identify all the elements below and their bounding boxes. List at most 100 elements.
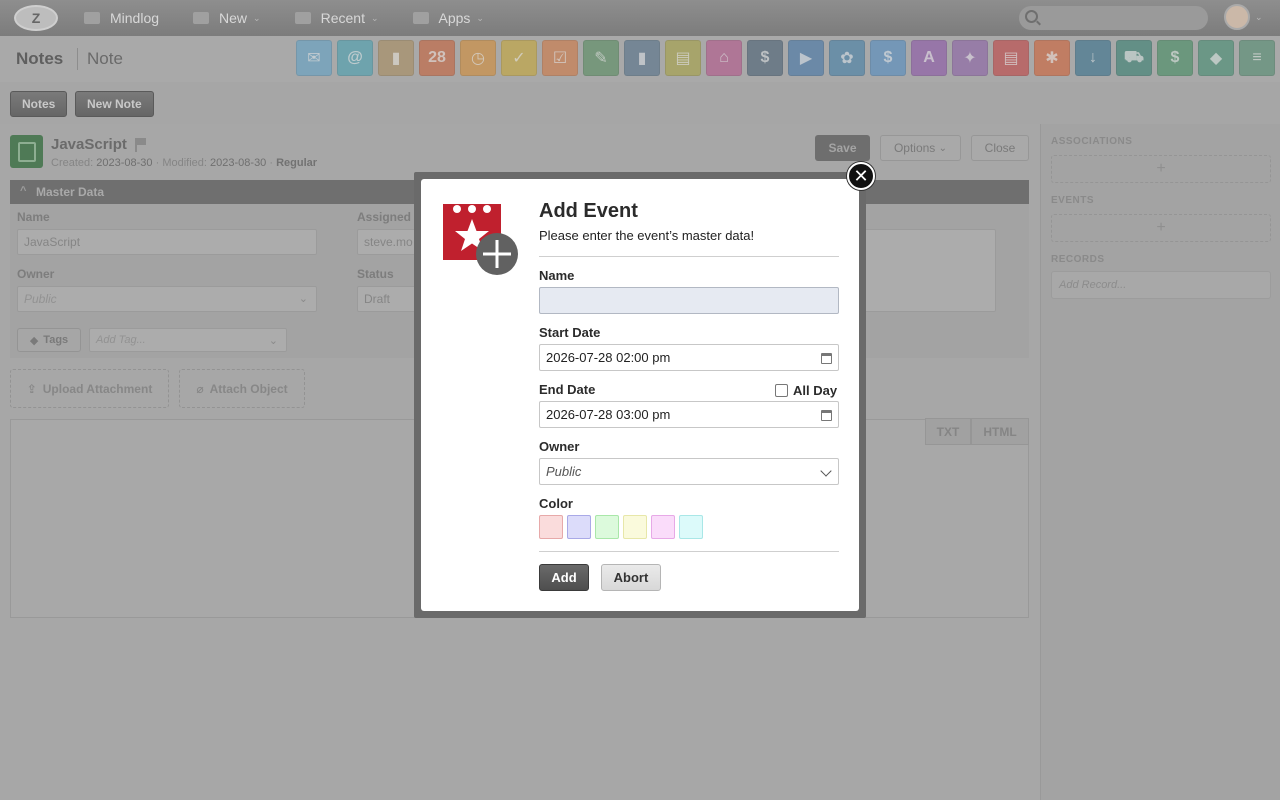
owner-select[interactable]: Public ⌄	[17, 286, 317, 312]
signature-icon[interactable]: A	[911, 40, 947, 76]
mail-icon[interactable]: ✉	[296, 40, 332, 76]
invoice-icon[interactable]: ▤	[993, 40, 1029, 76]
add-event-button[interactable]: +	[1051, 214, 1271, 242]
event-name-input[interactable]	[539, 287, 839, 314]
app-launcher-bar: ✉ @ ▮ 28 ◷ ✓ ☑ ✎ ▮ ▤ ⌂ $ ▶ ✿ $ A ✦ ▤ ✱ ↓ ⛟ $ ◆ ≡	[296, 40, 1275, 76]
type-separator: ·	[269, 157, 274, 169]
download-icon[interactable]: ↓	[1075, 40, 1111, 76]
calendar-icon[interactable]: 28	[419, 40, 455, 76]
bookmark-icon[interactable]: ▮	[624, 40, 660, 76]
desk-icon[interactable]: ⌂	[706, 40, 742, 76]
nav-recent[interactable]: Recent ⌄	[294, 0, 379, 36]
assigned-to-field[interactable]: steve.mo	[357, 229, 417, 255]
tasks-icon[interactable]: ✓	[501, 40, 537, 76]
name-field[interactable]: JavaScript	[17, 229, 317, 255]
handshake-icon[interactable]: ✦	[952, 40, 988, 76]
abort-button[interactable]: Abort	[601, 564, 661, 591]
close-button[interactable]: Close	[971, 135, 1029, 161]
finance-icon[interactable]: $	[747, 40, 783, 76]
chevron-down-icon: ⌄	[370, 12, 379, 23]
calendar-icon[interactable]	[821, 353, 832, 364]
notes-button[interactable]: Notes	[10, 91, 68, 117]
checkbox-icon[interactable]	[775, 384, 788, 397]
support-icon[interactable]: ✿	[829, 40, 865, 76]
close-icon[interactable]: ✕	[847, 162, 875, 190]
start-date-value: 2026-07-28 02:00 pm	[546, 350, 671, 365]
note-metadata: Created: 2023-08-30 · Modified: 2023-08-…	[51, 157, 317, 169]
search-icon	[1025, 10, 1038, 23]
assigned-to-label: Assigned t	[357, 210, 419, 224]
contacts-icon[interactable]: ▮	[378, 40, 414, 76]
created-date: 2023-08-30	[96, 157, 153, 169]
dialog-subtitle: Please enter the event’s master data!	[539, 228, 755, 243]
note-icon	[10, 135, 43, 168]
document-icon[interactable]: ▤	[665, 40, 701, 76]
cash-icon[interactable]: $	[1157, 40, 1193, 76]
owner-value: Public	[546, 464, 582, 479]
calendar-icon[interactable]	[821, 410, 832, 421]
name-label: Name	[17, 210, 50, 224]
add-tag-placeholder: Add Tag...	[96, 334, 146, 346]
upload-icon: ⇪	[26, 381, 37, 396]
owner-select[interactable]: Public	[539, 458, 839, 485]
database-icon[interactable]: ≡	[1239, 40, 1275, 76]
status-select[interactable]: Draft	[357, 286, 417, 312]
nav-mindlog[interactable]: Mindlog	[84, 0, 159, 36]
color-swatch[interactable]	[623, 515, 647, 539]
note-title: JavaScript	[51, 136, 127, 153]
moneybag-icon[interactable]: $	[870, 40, 906, 76]
address-book-icon[interactable]: @	[337, 40, 373, 76]
txt-format-button[interactable]: TXT	[925, 418, 971, 445]
description-field[interactable]	[858, 229, 996, 312]
upload-attachment-button[interactable]: ⇪ Upload Attachment	[10, 369, 169, 408]
divider	[539, 256, 839, 257]
breadcrumb-notes[interactable]: Notes	[16, 49, 63, 69]
tag-icon: ◆	[29, 334, 39, 347]
color-swatch[interactable]	[679, 515, 703, 539]
paperclip-icon: ⌀	[196, 381, 204, 396]
owner-label: Owner	[539, 439, 580, 454]
color-swatch[interactable]	[567, 515, 591, 539]
timer-icon[interactable]: ◷	[460, 40, 496, 76]
all-day-checkbox[interactable]: All Day	[775, 383, 837, 398]
broadcast-icon[interactable]: ✱	[1034, 40, 1070, 76]
tags-button[interactable]: ◆ Tags	[17, 328, 81, 352]
shopping-cart-icon[interactable]: ⛟	[1116, 40, 1152, 76]
color-swatch[interactable]	[651, 515, 675, 539]
new-icon	[193, 12, 210, 24]
app-logo[interactable]: Z	[14, 5, 58, 31]
chevron-down-icon: ⌄	[938, 142, 948, 154]
tag-icon[interactable]: ◆	[1198, 40, 1234, 76]
end-date-input[interactable]: 2026-07-28 03:00 pm	[539, 401, 839, 428]
color-swatch[interactable]	[539, 515, 563, 539]
add-association-button[interactable]: +	[1051, 155, 1271, 183]
delivery-icon[interactable]: ▶	[788, 40, 824, 76]
breadcrumb-note: Note	[87, 49, 123, 68]
nav-apps[interactable]: Apps ⌄	[412, 0, 484, 36]
toolbar: Notes New Note	[0, 82, 1280, 124]
options-label: Options	[893, 141, 936, 155]
add-event-icon	[443, 204, 518, 275]
start-date-input[interactable]: 2026-07-28 02:00 pm	[539, 344, 839, 371]
html-format-button[interactable]: HTML	[971, 418, 1029, 445]
new-note-button[interactable]: New Note	[75, 91, 154, 117]
events-title: EVENTS	[1051, 195, 1095, 206]
records-title: RECORDS	[1051, 254, 1105, 265]
nav-new[interactable]: New ⌄	[193, 0, 261, 36]
modified-date: 2023-08-30	[210, 157, 267, 169]
notes-icon[interactable]: ✎	[583, 40, 619, 76]
add-tag-input[interactable]: Add Tag... ⌄	[89, 328, 287, 352]
user-avatar[interactable]	[1224, 4, 1250, 30]
options-button[interactable]: Options ⌄	[880, 135, 961, 161]
attach-object-button[interactable]: ⌀ Attach Object	[179, 369, 305, 408]
color-swatch[interactable]	[595, 515, 619, 539]
start-date-label: Start Date	[539, 325, 601, 340]
save-button[interactable]: Save	[815, 135, 870, 161]
global-search-input[interactable]	[1019, 6, 1208, 30]
add-record-input[interactable]: Add Record...	[1051, 271, 1271, 299]
todo-icon[interactable]: ☑	[542, 40, 578, 76]
attach-label: Attach Object	[209, 381, 288, 396]
chevron-down-icon[interactable]: ⌄	[1255, 12, 1263, 23]
flag-icon[interactable]	[135, 138, 147, 152]
add-button[interactable]: Add	[539, 564, 589, 591]
